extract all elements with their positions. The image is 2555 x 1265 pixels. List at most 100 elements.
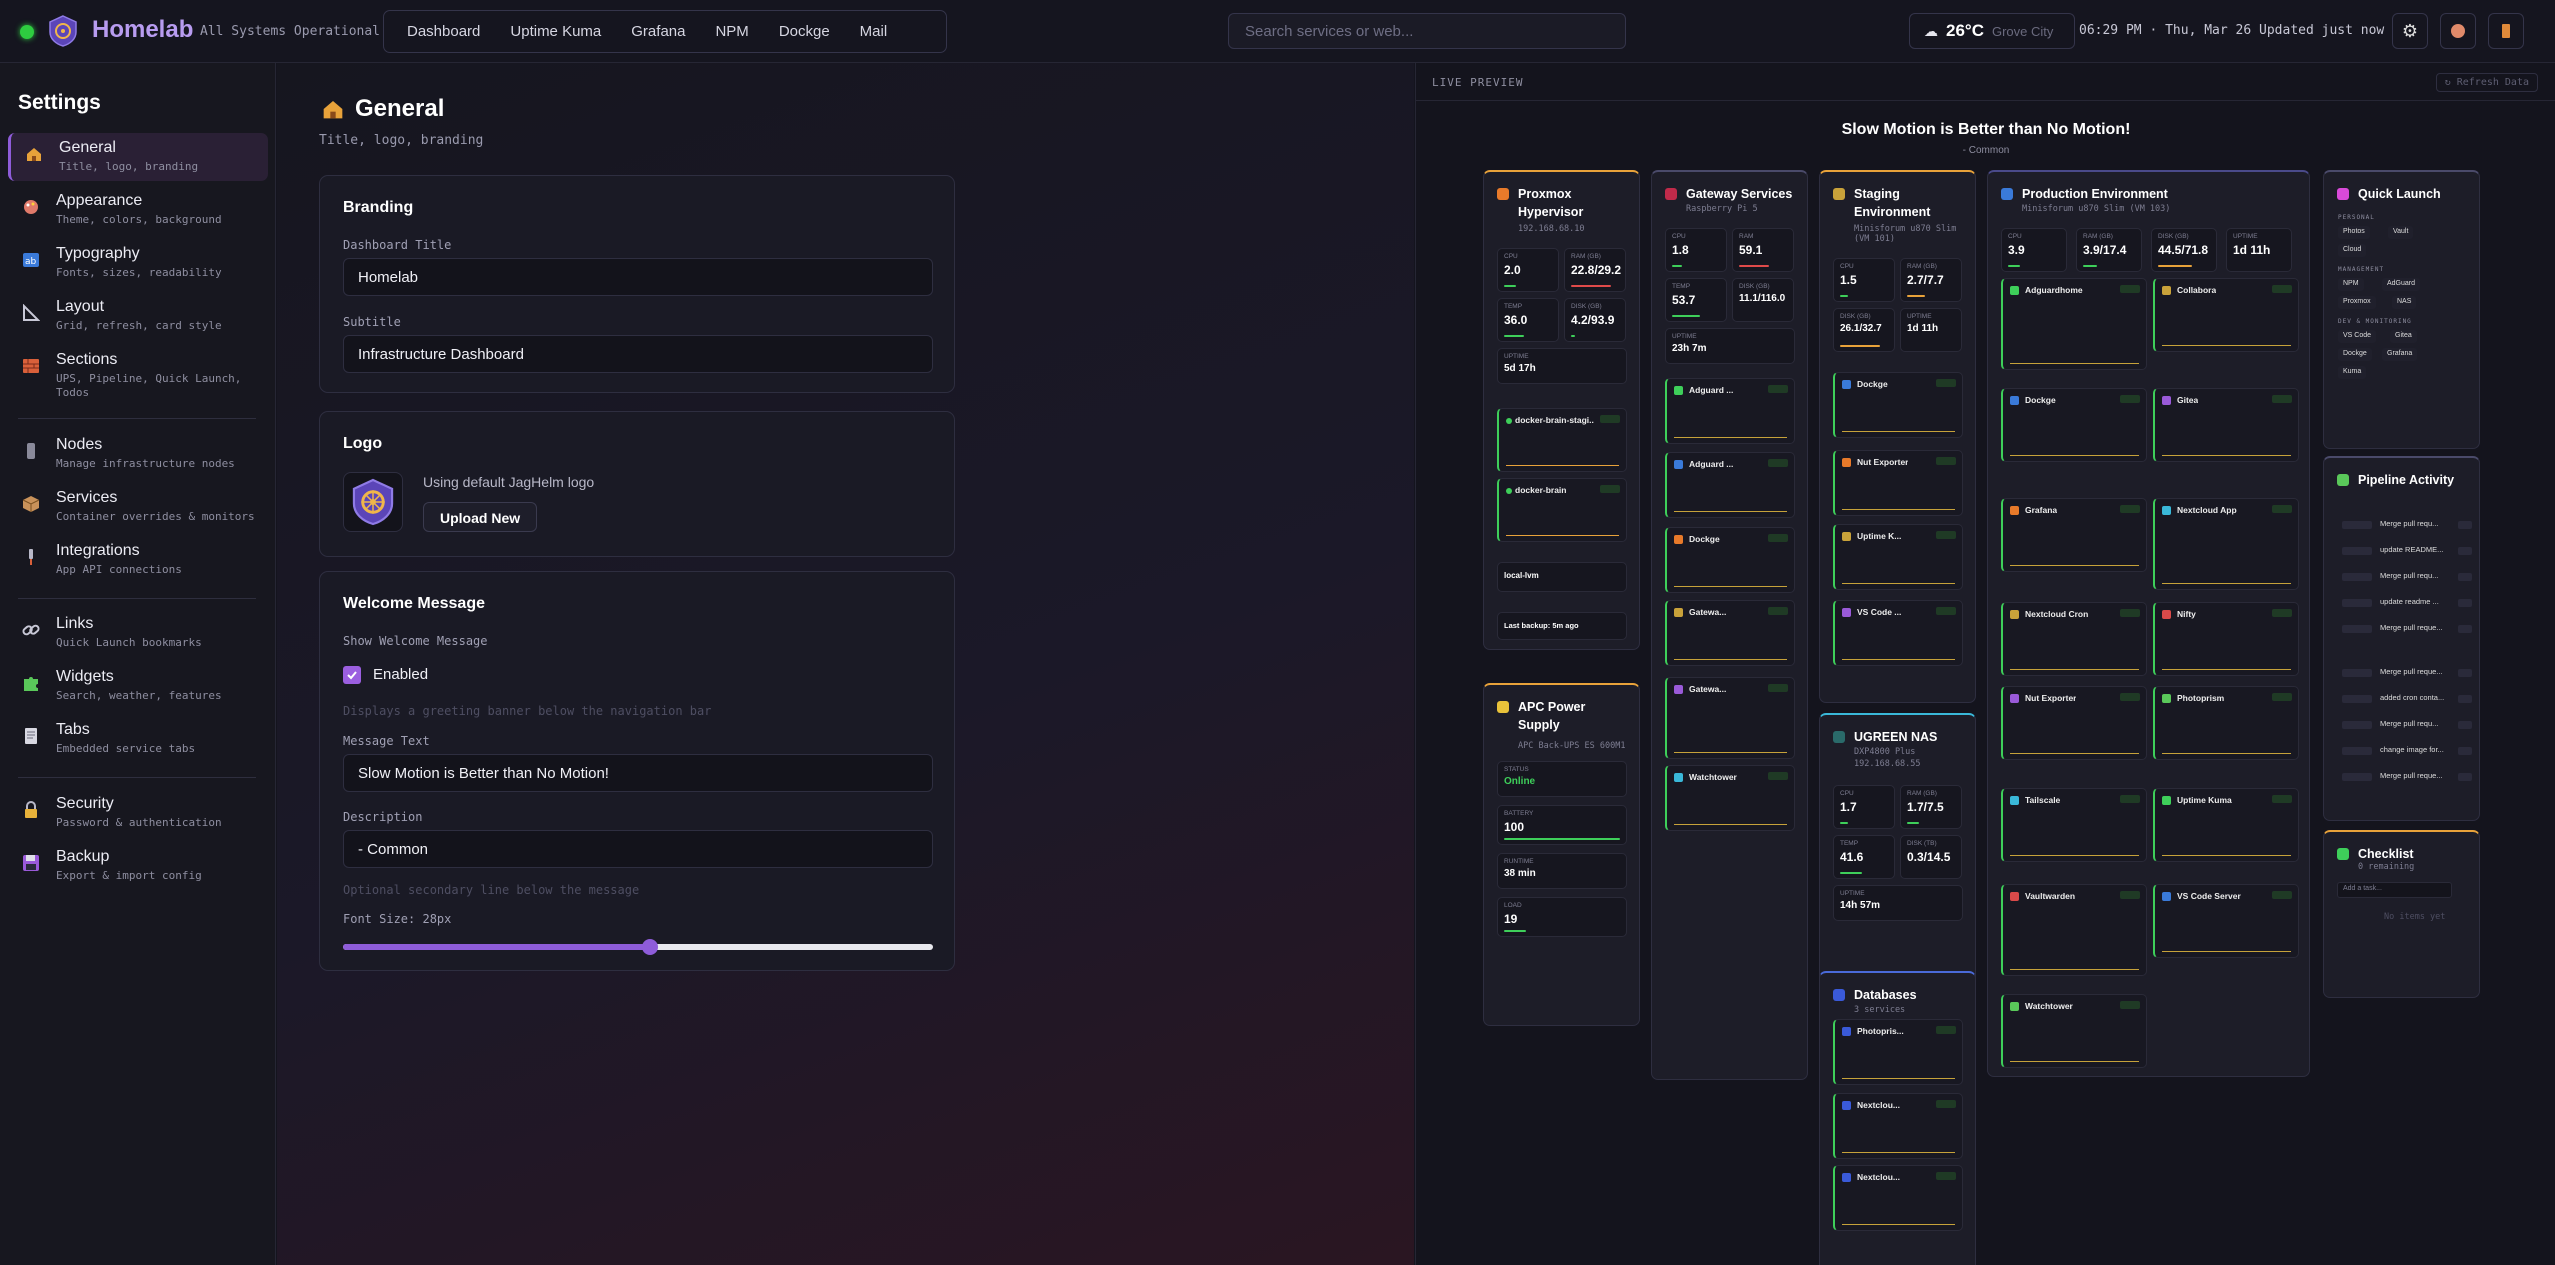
proxmox-card[interactable]: Proxmox Hypervisor 192.168.68.10 CPU 2.0 … (1483, 170, 1640, 650)
pipeline-row[interactable]: Merge pull reque... (2342, 770, 2472, 784)
service-tile[interactable]: Gitea (2153, 388, 2299, 462)
pipeline-row[interactable]: Merge pull requ... (2342, 570, 2472, 584)
sidebar-item-services[interactable]: Services Container overrides & monitors (8, 483, 268, 531)
service-tile[interactable]: Dockge (2001, 388, 2147, 462)
quick-link[interactable]: Proxmox (2338, 296, 2376, 309)
service-tile[interactable]: Grafana (2001, 498, 2147, 572)
service-name: Uptime Kuma (2177, 795, 2232, 805)
slider-thumb[interactable] (641, 939, 658, 955)
theme-button[interactable] (2440, 13, 2476, 49)
nav-dashboard[interactable]: Dashboard (394, 17, 493, 46)
sidebar-item-widgets[interactable]: Widgets Search, weather, features (8, 662, 268, 710)
quick-link[interactable]: Vault (2388, 226, 2414, 239)
service-tile[interactable]: Nut Exporter (2001, 686, 2147, 760)
quick-link[interactable]: VS Code (2338, 330, 2377, 343)
pipeline-row[interactable]: Merge pull reque... (2342, 666, 2472, 680)
pipeline-row[interactable]: change image for... (2342, 744, 2472, 758)
logout-button[interactable] (2488, 13, 2524, 49)
service-tile[interactable]: VS Code Server (2153, 884, 2299, 958)
logo-icon[interactable] (48, 15, 78, 47)
pipeline-row[interactable]: update readme ... (2342, 596, 2472, 610)
quick-link[interactable]: Cloud (2338, 244, 2367, 257)
description-input[interactable]: - Common (343, 830, 933, 868)
quick-link[interactable]: NAS (2392, 296, 2417, 309)
service-tile[interactable]: Watchtower (2001, 994, 2147, 1068)
service-tile[interactable]: Dockge (1665, 527, 1795, 593)
service-tile[interactable]: Adguard ... (1665, 378, 1795, 444)
nav-mail[interactable]: Mail (847, 17, 901, 46)
service-tile[interactable]: Uptime K... (1833, 524, 1963, 590)
production-card[interactable]: Production Environment Minisforum u870 S… (1987, 170, 2310, 1077)
quick-link[interactable]: Photos (2338, 226, 2370, 239)
service-name: VS Code Server (2177, 891, 2241, 901)
service-name: Watchtower (1689, 772, 1737, 782)
pipeline-row[interactable]: Merge pull requ... (2342, 718, 2472, 732)
dashboard-title-input[interactable]: Homelab (343, 258, 933, 296)
nav-grafana[interactable]: Grafana (618, 17, 698, 46)
pipeline-row[interactable]: Merge pull requ... (2342, 518, 2472, 532)
service-tile[interactable]: Nut Exporter (1833, 450, 1963, 516)
service-tile[interactable]: Collabora (2153, 278, 2299, 352)
databases-card[interactable]: Databases 3 services Photopris... Nextclo… (1819, 971, 1976, 1265)
quick-link[interactable]: Gitea (2390, 330, 2417, 343)
sidebar-item-integrations[interactable]: Integrations App API connections (8, 536, 268, 584)
sidebar-item-backup[interactable]: Backup Export & import config (8, 842, 268, 890)
quick-link[interactable]: Dockge (2338, 348, 2372, 361)
service-tile[interactable]: Tailscale (2001, 788, 2147, 862)
sidebar-item-links[interactable]: Links Quick Launch bookmarks (8, 609, 268, 657)
sidebar-item-general[interactable]: General Title, logo, branding (8, 133, 268, 181)
service-tile[interactable]: Dockge (1833, 372, 1963, 438)
service-tile[interactable]: Adguard ... (1665, 452, 1795, 518)
service-tile[interactable]: Uptime Kuma (2153, 788, 2299, 862)
nav-dockge[interactable]: Dockge (766, 17, 843, 46)
nas-card[interactable]: UGREEN NAS DXP4800 Plus 192.168.68.55 CP… (1819, 713, 1976, 1013)
service-tile[interactable]: Gatewa... (1665, 600, 1795, 666)
vm-row[interactable]: docker-brain (1497, 478, 1627, 542)
settings-button[interactable]: ⚙ (2392, 13, 2428, 49)
pipeline-row[interactable]: Merge pull reque... (2342, 622, 2472, 636)
font-size-slider[interactable] (343, 939, 933, 955)
sidebar-item-typography[interactable]: ab Typography Fonts, sizes, readability (8, 239, 268, 287)
nav-npm[interactable]: NPM (702, 17, 761, 46)
subtitle-input[interactable]: Infrastructure Dashboard (343, 335, 933, 373)
app-title[interactable]: Homelab (92, 16, 193, 44)
service-tile[interactable]: Nifty (2153, 602, 2299, 676)
sidebar-item-security[interactable]: Security Password & authentication (8, 789, 268, 837)
service-tile[interactable]: Photoprism (2153, 686, 2299, 760)
welcome-enabled-label[interactable]: Enabled (373, 666, 428, 683)
vm-row[interactable]: docker-brain-stagi... (1497, 408, 1627, 472)
service-tile[interactable]: Vaultwarden (2001, 884, 2147, 976)
search-input[interactable]: Search services or web... (1228, 13, 1626, 49)
top-bar: Homelab All Systems Operational Dashboar… (0, 0, 2555, 63)
quick-link[interactable]: Kuma (2338, 366, 2367, 379)
sidebar-item-tabs[interactable]: Tabs Embedded service tabs (8, 715, 268, 763)
refresh-data-button[interactable]: ↻ Refresh Data (2435, 73, 2538, 92)
service-tile[interactable]: Gatewa... (1665, 677, 1795, 759)
pipeline-row[interactable]: update README... (2342, 544, 2472, 558)
logo-preview (343, 472, 403, 532)
service-tile[interactable]: Adguardhome (2001, 278, 2147, 370)
sidebar-item-layout[interactable]: Layout Grid, refresh, card style (8, 292, 268, 340)
service-tile[interactable]: Nextcloud App (2153, 498, 2299, 590)
service-tile[interactable]: Watchtower (1665, 765, 1795, 831)
sidebar-item-appearance[interactable]: Appearance Theme, colors, background (8, 186, 268, 234)
upload-logo-button[interactable]: Upload New (423, 502, 538, 532)
apc-ups-card[interactable]: APC Power Supply APC Back-UPS ES 600M1 S… (1483, 683, 1640, 1026)
sidebar-item-nodes[interactable]: Nodes Manage infrastructure nodes (8, 430, 268, 478)
sidebar-item-sections[interactable]: Sections UPS, Pipeline, Quick Launch, To… (8, 345, 268, 407)
quick-link[interactable]: NPM (2338, 278, 2364, 291)
gateway-card[interactable]: Gateway Services Raspberry Pi 5 CPU 1.8 R… (1651, 170, 1808, 1080)
pipeline-row[interactable]: added cron conta... (2342, 692, 2472, 706)
add-task-input[interactable]: Add a task... (2337, 882, 2452, 898)
service-tile[interactable]: Nextclou... (1833, 1165, 1963, 1231)
service-tile[interactable]: Nextcloud Cron (2001, 602, 2147, 676)
message-text-input[interactable]: Slow Motion is Better than No Motion! (343, 754, 933, 792)
nav-uptime-kuma[interactable]: Uptime Kuma (497, 17, 614, 46)
quick-link[interactable]: AdGuard (2382, 278, 2421, 291)
service-tile[interactable]: VS Code ... (1833, 600, 1963, 666)
service-tile[interactable]: Nextclou... (1833, 1093, 1963, 1159)
service-tile[interactable]: Photopris... (1833, 1019, 1963, 1085)
quick-link[interactable]: Grafana (2382, 348, 2418, 361)
staging-card[interactable]: Staging Environment Minisforum u870 Slim… (1819, 170, 1976, 703)
welcome-enabled-checkbox[interactable] (343, 666, 361, 684)
